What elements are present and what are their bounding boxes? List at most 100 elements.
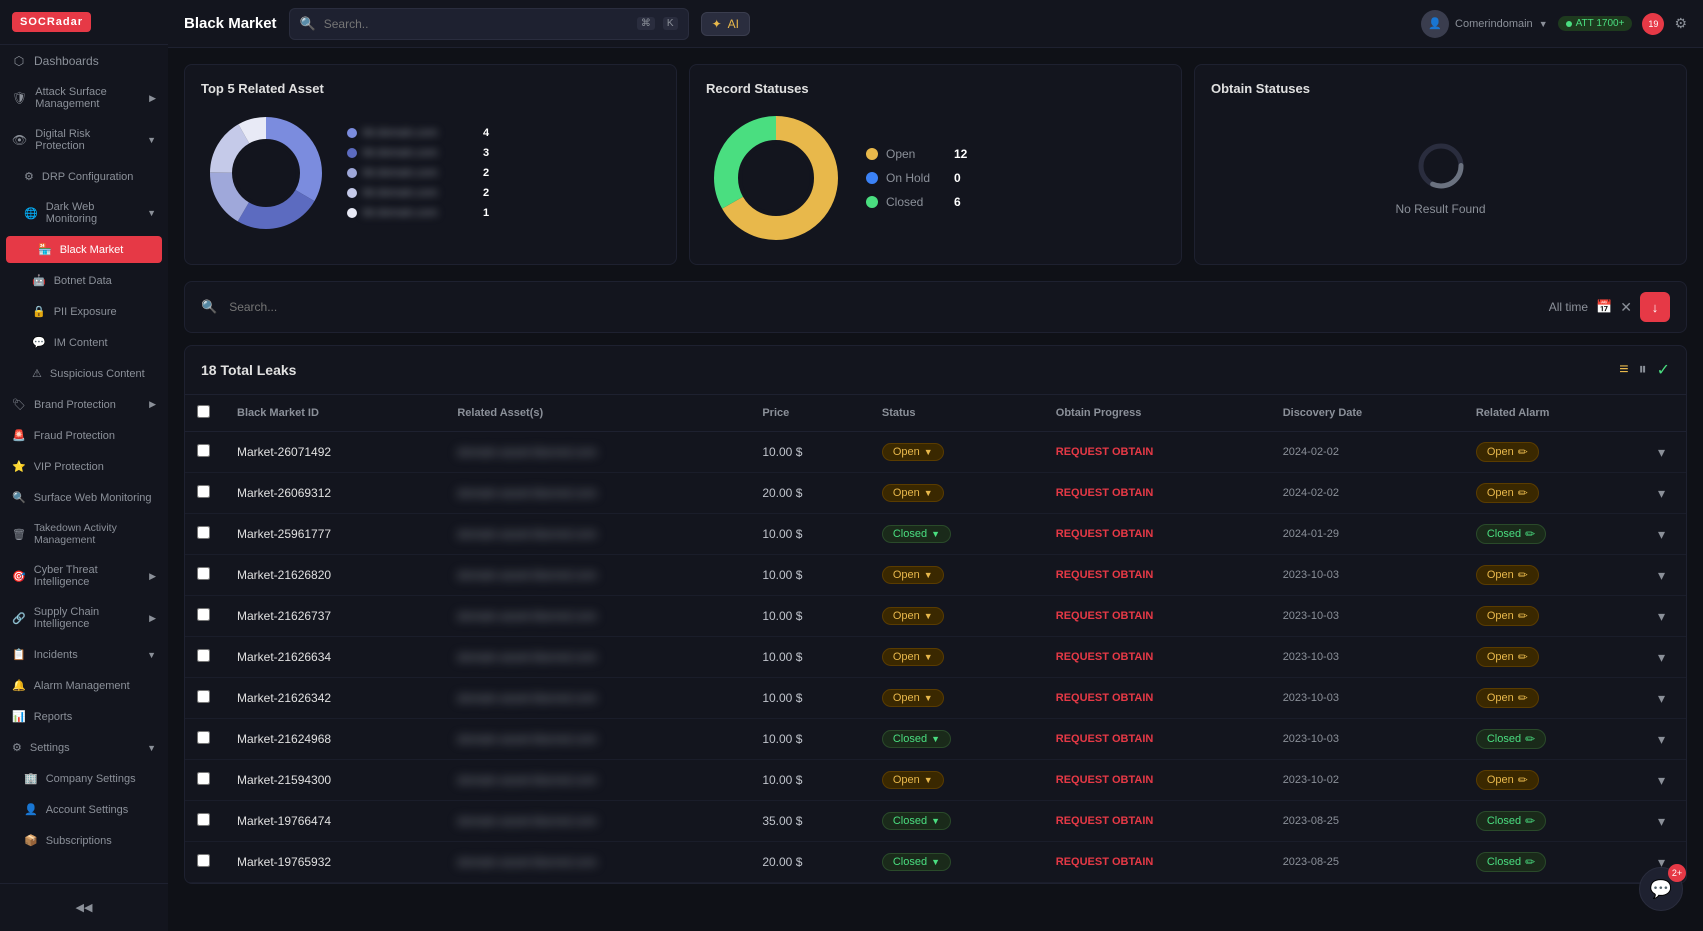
status-cell[interactable]: Closed ▼ (870, 514, 1044, 555)
expand-cell[interactable]: ▾ (1646, 555, 1686, 596)
sidebar-item-drp-config[interactable]: ⚙ DRP Configuration (0, 161, 168, 192)
sidebar-item-pii[interactable]: 🔒 PII Exposure (0, 296, 168, 327)
status-cell[interactable]: Closed ▼ (870, 801, 1044, 842)
search-input[interactable] (324, 17, 629, 31)
sidebar-label: Fraud Protection (34, 430, 115, 442)
alarm-cell[interactable]: Open ✏ (1464, 473, 1646, 514)
sidebar-item-account-settings[interactable]: 👤 Account Settings (0, 794, 168, 825)
status-cell[interactable]: Open ▼ (870, 678, 1044, 719)
notification-badge[interactable]: 19 (1642, 13, 1664, 35)
top5-donut (201, 108, 331, 238)
status-cell[interactable]: Closed ▼ (870, 842, 1044, 883)
row-checkbox[interactable] (185, 555, 225, 596)
obtain-cell[interactable]: REQUEST OBTAIN (1044, 760, 1271, 801)
alarm-cell[interactable]: Open ✏ (1464, 555, 1646, 596)
alarm-cell[interactable]: Closed ✏ (1464, 719, 1646, 760)
obtain-cell[interactable]: REQUEST OBTAIN (1044, 514, 1271, 555)
sidebar-item-vip[interactable]: ⭐ VIP Protection (0, 451, 168, 482)
expand-cell[interactable]: ▾ (1646, 719, 1686, 760)
alarm-cell[interactable]: Closed ✏ (1464, 842, 1646, 883)
alarm-cell[interactable]: Open ✏ (1464, 432, 1646, 473)
search-bar[interactable]: 🔍 ⌘ K (289, 8, 689, 40)
row-checkbox[interactable] (185, 801, 225, 842)
alarm-cell[interactable]: Open ✏ (1464, 596, 1646, 637)
ai-button[interactable]: ✦ AI (701, 12, 750, 36)
company-icon: 🏢 (24, 772, 38, 785)
price-cell: 10.00 $ (750, 637, 870, 678)
obtain-cell[interactable]: REQUEST OBTAIN (1044, 637, 1271, 678)
alarm-cell[interactable]: Closed ✏ (1464, 801, 1646, 842)
page-title: Black Market (184, 15, 277, 32)
status-cell[interactable]: Closed ▼ (870, 719, 1044, 760)
sidebar-item-reports[interactable]: 📊 Reports (0, 701, 168, 732)
expand-cell[interactable]: ▾ (1646, 432, 1686, 473)
sidebar-collapse[interactable]: ◀◀ (0, 892, 168, 923)
close-filter-icon[interactable]: ✕ (1620, 299, 1632, 316)
obtain-cell[interactable]: REQUEST OBTAIN (1044, 555, 1271, 596)
sidebar-item-settings[interactable]: ⚙ Settings ▼ (0, 732, 168, 763)
expand-cell[interactable]: ▾ (1646, 760, 1686, 801)
alarm-cell[interactable]: Open ✏ (1464, 760, 1646, 801)
filter-search-input[interactable] (229, 300, 1537, 314)
row-checkbox[interactable] (185, 637, 225, 678)
expand-cell[interactable]: ▾ (1646, 801, 1686, 842)
pause-icon[interactable]: ⏸ (1639, 361, 1647, 379)
obtain-cell[interactable]: REQUEST OBTAIN (1044, 842, 1271, 883)
alarm-cell[interactable]: Open ✏ (1464, 637, 1646, 678)
alarm-cell[interactable]: Open ✏ (1464, 678, 1646, 719)
sidebar-item-digital-risk[interactable]: 👁 Digital Risk Protection ▼ (0, 119, 168, 161)
obtain-cell[interactable]: REQUEST OBTAIN (1044, 596, 1271, 637)
sidebar-item-takedown[interactable]: 🗑 Takedown Activity Management (0, 513, 168, 555)
expand-cell[interactable]: ▾ (1646, 596, 1686, 637)
expand-cell[interactable]: ▾ (1646, 637, 1686, 678)
check-icon[interactable]: ✓ (1657, 360, 1670, 380)
chat-bubble[interactable]: 💬 2+ (1639, 867, 1683, 911)
obtain-cell[interactable]: REQUEST OBTAIN (1044, 678, 1271, 719)
sidebar-item-company-settings[interactable]: 🏢 Company Settings (0, 763, 168, 794)
expand-cell[interactable]: ▾ (1646, 514, 1686, 555)
row-checkbox[interactable] (185, 514, 225, 555)
download-button[interactable]: ↓ (1640, 292, 1670, 322)
obtain-cell[interactable]: REQUEST OBTAIN (1044, 473, 1271, 514)
sidebar-item-black-market[interactable]: 🏪 Black Market (6, 236, 162, 263)
status-cell[interactable]: Open ▼ (870, 473, 1044, 514)
row-checkbox[interactable] (185, 678, 225, 719)
sidebar-item-subscriptions[interactable]: 📦 Subscriptions (0, 825, 168, 856)
sidebar-item-dashboards[interactable]: ⬡ Dashboards (0, 45, 168, 77)
status-cell[interactable]: Open ▼ (870, 760, 1044, 801)
sidebar-item-surface-web[interactable]: 🔍 Surface Web Monitoring (0, 482, 168, 513)
expand-cell[interactable]: ▾ (1646, 678, 1686, 719)
sidebar-item-alarm[interactable]: 🔔 Alarm Management (0, 670, 168, 701)
status-cell[interactable]: Open ▼ (870, 555, 1044, 596)
sidebar-item-cyber-threat[interactable]: 🎯 Cyber Threat Intelligence ▶ (0, 555, 168, 597)
sidebar-item-suspicious[interactable]: ⚠ Suspicious Content (0, 358, 168, 389)
expand-cell[interactable]: ▾ (1646, 473, 1686, 514)
market-id-cell: Market-21626342 (225, 678, 445, 719)
row-checkbox[interactable] (185, 473, 225, 514)
row-checkbox[interactable] (185, 432, 225, 473)
status-cell[interactable]: Open ▼ (870, 432, 1044, 473)
obtain-cell[interactable]: REQUEST OBTAIN (1044, 801, 1271, 842)
calendar-icon[interactable]: 📅 (1596, 299, 1612, 315)
sidebar-item-supply-chain[interactable]: 🔗 Supply Chain Intelligence ▶ (0, 597, 168, 639)
sidebar-item-im-content[interactable]: 💬 IM Content (0, 327, 168, 358)
sidebar-item-brand[interactable]: 🏷 Brand Protection ▶ (0, 389, 168, 420)
obtain-cell[interactable]: REQUEST OBTAIN (1044, 432, 1271, 473)
user-area[interactable]: 👤 Comerindomain ▼ (1421, 10, 1548, 38)
row-checkbox[interactable] (185, 596, 225, 637)
sidebar-item-attack-surface[interactable]: 🛡 Attack Surface Management ▶ (0, 77, 168, 119)
filter-rows-icon[interactable]: ≡ (1619, 361, 1628, 379)
sidebar-item-dark-web[interactable]: 🌐 Dark Web Monitoring ▼ (0, 192, 168, 234)
row-checkbox[interactable] (185, 719, 225, 760)
status-cell[interactable]: Open ▼ (870, 637, 1044, 678)
sidebar-item-fraud[interactable]: 🚨 Fraud Protection (0, 420, 168, 451)
row-checkbox[interactable] (185, 842, 225, 883)
sidebar-item-botnet[interactable]: 🤖 Botnet Data (0, 265, 168, 296)
alarm-cell[interactable]: Closed ✏ (1464, 514, 1646, 555)
status-cell[interactable]: Open ▼ (870, 596, 1044, 637)
row-checkbox[interactable] (185, 760, 225, 801)
settings-button[interactable]: ⚙ (1674, 15, 1687, 32)
select-all-checkbox[interactable] (197, 405, 210, 418)
obtain-cell[interactable]: REQUEST OBTAIN (1044, 719, 1271, 760)
sidebar-item-incidents[interactable]: 📋 Incidents ▼ (0, 639, 168, 670)
